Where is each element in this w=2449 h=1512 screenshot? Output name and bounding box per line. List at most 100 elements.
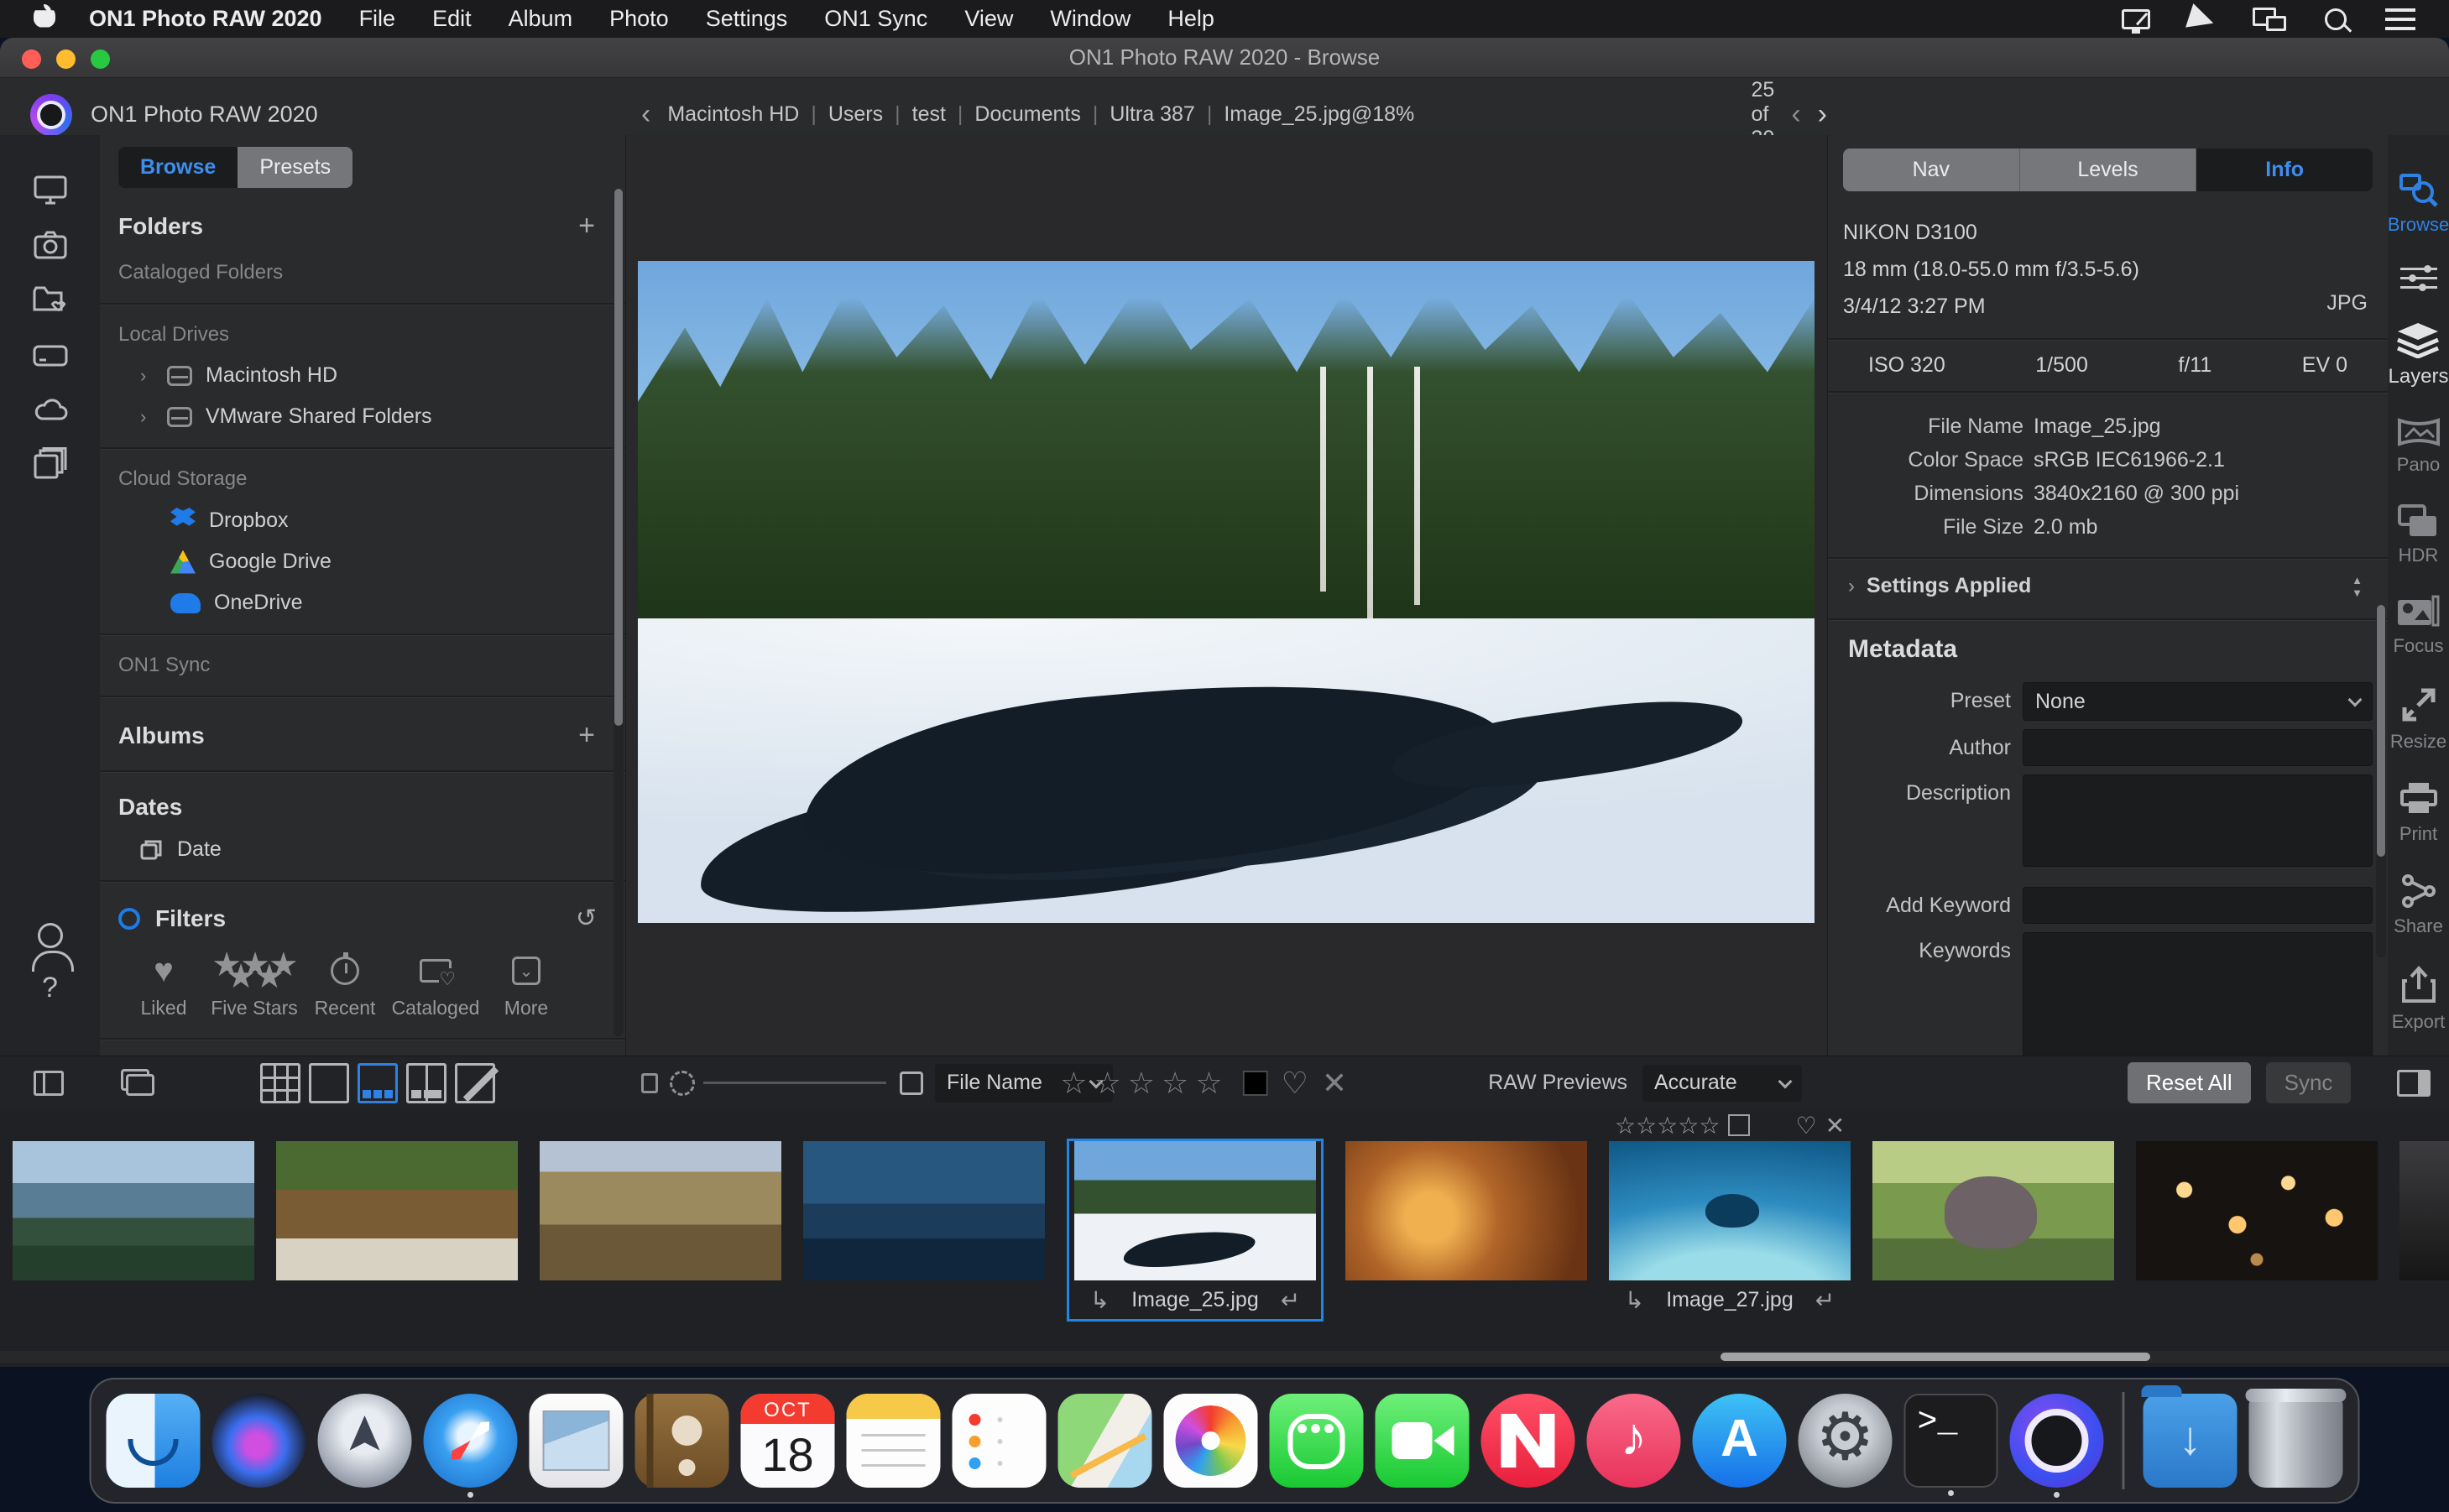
- date-label[interactable]: Date: [177, 837, 222, 862]
- add-album-icon[interactable]: +: [578, 719, 607, 752]
- breadcrumb-macintosh-hd[interactable]: Macintosh HD: [667, 102, 799, 127]
- thumbnail-size-icon[interactable]: [641, 1073, 658, 1093]
- action-export[interactable]: Export: [2392, 966, 2446, 1033]
- toolbar-like-icon[interactable]: ♡: [1282, 1066, 1308, 1101]
- cataloged-folders-label[interactable]: Cataloged Folders: [118, 261, 607, 284]
- module-focus[interactable]: Focus: [2394, 595, 2444, 657]
- twisty-icon[interactable]: ›: [140, 365, 154, 387]
- sync-button[interactable]: Sync: [2266, 1062, 2352, 1103]
- menu-view[interactable]: View: [964, 6, 1013, 32]
- thumbnail-sea-turtle[interactable]: [1609, 1141, 1851, 1280]
- filmstrip-view-icon[interactable]: [358, 1063, 398, 1103]
- settings-stepper-icon[interactable]: ▲▼: [2352, 575, 2368, 598]
- minimize-window-button[interactable]: [56, 50, 76, 69]
- module-edit[interactable]: [2400, 264, 2437, 293]
- cataloged-folders-icon[interactable]: [33, 284, 68, 315]
- twisty-icon[interactable]: ›: [140, 406, 154, 428]
- breadcrumb-users[interactable]: Users: [828, 102, 883, 127]
- sidebar-scrollbar-thumb[interactable]: [614, 189, 623, 726]
- dock-app-store-icon[interactable]: [1693, 1394, 1787, 1488]
- module-hdr[interactable]: HDR: [2398, 504, 2440, 566]
- breadcrumb-back-icon[interactable]: ‹: [641, 98, 650, 131]
- tab-presets[interactable]: Presets: [238, 147, 352, 188]
- thumbnail-spa-still-life[interactable]: [1345, 1141, 1587, 1280]
- thumbnail-size-slider[interactable]: [703, 1082, 886, 1084]
- description-field[interactable]: [2023, 774, 2373, 867]
- drive-label[interactable]: Macintosh HD: [206, 363, 337, 388]
- action-resize[interactable]: Resize: [2390, 686, 2446, 753]
- rotate-left-icon[interactable]: ↳: [1090, 1286, 1110, 1314]
- breadcrumb-documents[interactable]: Documents: [974, 102, 1080, 127]
- dock-reminders-icon[interactable]: [953, 1394, 1047, 1488]
- dock-launchpad-icon[interactable]: [318, 1394, 412, 1488]
- dock-calendar-icon[interactable]: OCT 18: [741, 1394, 835, 1488]
- cloud-label[interactable]: OneDrive: [214, 591, 303, 615]
- dock-trash-icon[interactable]: [2249, 1394, 2343, 1488]
- cloud-storage-icon[interactable]: [32, 395, 69, 422]
- menu-settings[interactable]: Settings: [706, 6, 788, 32]
- dock-finder-icon[interactable]: [107, 1394, 201, 1488]
- info-scrollbar-thumb[interactable]: [2377, 605, 2385, 857]
- action-print[interactable]: Print: [2399, 781, 2439, 845]
- filters-reset-icon[interactable]: ↺: [576, 904, 607, 933]
- face-region-icon[interactable]: [670, 1071, 695, 1096]
- hover-star-rating[interactable]: ☆☆☆☆☆: [1615, 1112, 1721, 1139]
- thumbnail-snow-bw-partial[interactable]: [2399, 1141, 2449, 1280]
- cloud-label[interactable]: Google Drive: [209, 550, 332, 574]
- next-photo-icon[interactable]: ›: [1818, 98, 1827, 131]
- tab-nav[interactable]: Nav: [1843, 149, 2020, 191]
- menu-help[interactable]: Help: [1167, 6, 1214, 32]
- desktop-shortcut-icon[interactable]: [34, 175, 67, 206]
- thumbnail-autumn-hills[interactable]: [540, 1141, 781, 1280]
- rotate-right-icon[interactable]: ↵: [1815, 1286, 1835, 1314]
- hover-color-label-icon[interactable]: [1728, 1114, 1750, 1136]
- dock-notes-icon[interactable]: [847, 1394, 941, 1488]
- spotlight-search-icon[interactable]: [2325, 8, 2347, 30]
- hover-reject-icon[interactable]: ✕: [1825, 1112, 1845, 1139]
- dock-facetime-icon[interactable]: [1376, 1394, 1470, 1488]
- cloud-label[interactable]: Dropbox: [209, 508, 289, 533]
- drive-macintosh-hd[interactable]: › Macintosh HD: [140, 363, 607, 388]
- drive-vmware-shared[interactable]: › VMware Shared Folders: [140, 404, 607, 429]
- raw-previews-dropdown[interactable]: Accurate: [1642, 1065, 1802, 1102]
- detail-view-icon[interactable]: [455, 1063, 495, 1103]
- thumbnail-string-lights[interactable]: [2136, 1141, 2378, 1280]
- menu-photo[interactable]: Photo: [609, 6, 669, 32]
- zoom-window-button[interactable]: [91, 50, 110, 69]
- dual-display-icon[interactable]: [2253, 8, 2286, 31]
- menu-on1-sync[interactable]: ON1 Sync: [824, 6, 927, 32]
- display-icon[interactable]: [2122, 9, 2150, 29]
- cloud-onedrive[interactable]: OneDrive: [170, 591, 607, 615]
- menu-list-icon[interactable]: [2385, 8, 2415, 30]
- account-sign-in-icon[interactable]: [38, 923, 63, 948]
- dock-mail-icon[interactable]: [530, 1394, 624, 1488]
- thumbnail-blue-lake[interactable]: [803, 1141, 1045, 1280]
- preset-dropdown[interactable]: None: [2023, 682, 2373, 721]
- author-field[interactable]: [2023, 729, 2373, 766]
- toggle-left-panel-icon[interactable]: [34, 1071, 64, 1096]
- date-item[interactable]: Date: [140, 837, 607, 862]
- dock-contacts-icon[interactable]: [635, 1394, 729, 1488]
- albums-icon[interactable]: [34, 447, 67, 479]
- dock-siri-icon[interactable]: [212, 1394, 306, 1488]
- close-window-button[interactable]: [22, 50, 41, 69]
- thumbnail-winter-river-selected[interactable]: [1074, 1141, 1316, 1280]
- sort-checkbox[interactable]: [900, 1071, 923, 1095]
- filmstrip-scrollbar-thumb[interactable]: [1721, 1353, 2150, 1361]
- module-pano[interactable]: Pano: [2397, 417, 2441, 476]
- dock-system-preferences-icon[interactable]: [1799, 1394, 1893, 1488]
- filter-five-stars[interactable]: ★★★★★ Five Stars: [209, 953, 300, 1019]
- photo-view-icon[interactable]: [309, 1063, 349, 1103]
- hover-like-icon[interactable]: ♡: [1795, 1112, 1816, 1139]
- filter-cataloged[interactable]: Cataloged: [390, 953, 481, 1019]
- dock-on1-photo-raw-icon[interactable]: [2010, 1394, 2104, 1488]
- dock-safari-icon[interactable]: [424, 1394, 518, 1488]
- on1-sync-label[interactable]: ON1 Sync: [118, 654, 607, 677]
- menu-app-name[interactable]: ON1 Photo RAW 2020: [89, 6, 322, 32]
- add-folder-icon[interactable]: +: [578, 210, 607, 242]
- local-drives-icon[interactable]: [33, 340, 68, 370]
- toolbar-reject-icon[interactable]: ✕: [1322, 1066, 1347, 1101]
- add-keyword-field[interactable]: [2023, 887, 2373, 924]
- rotate-left-icon[interactable]: ↳: [1625, 1286, 1644, 1314]
- drive-label[interactable]: VMware Shared Folders: [206, 404, 432, 429]
